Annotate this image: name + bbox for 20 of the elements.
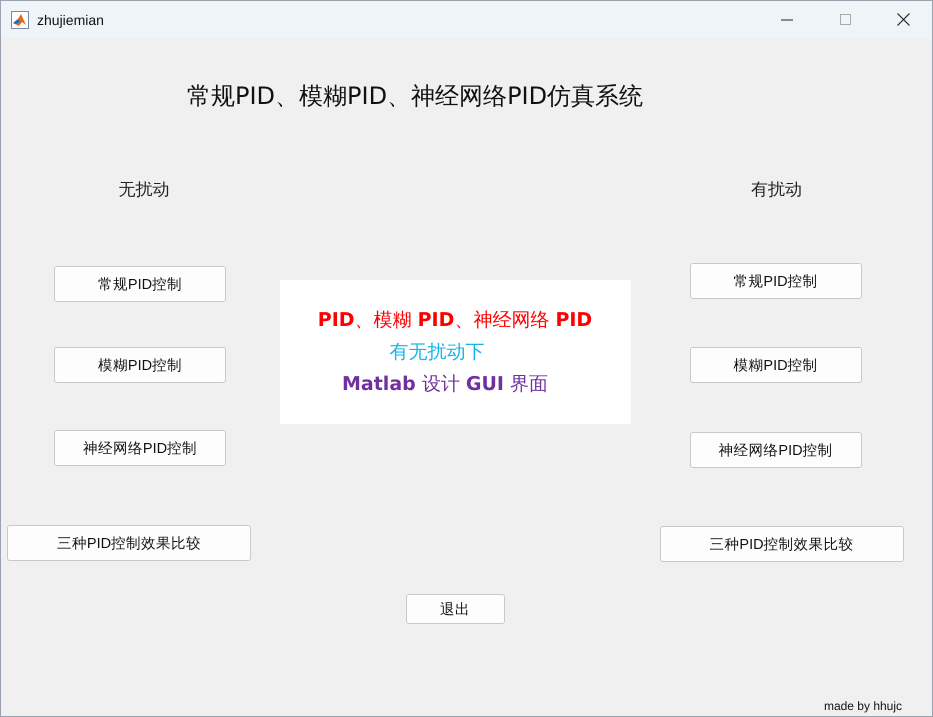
- banner-text: 有无扰动下: [390, 340, 484, 365]
- section-label: 无扰动: [118, 179, 170, 202]
- banner-text: Matlab 设计 GUI 界面: [342, 372, 548, 397]
- exit-button[interactable]: 退出: [406, 594, 504, 624]
- control-button[interactable]: 模糊PID控制: [690, 347, 862, 383]
- window-title: zhujiemian: [37, 12, 105, 28]
- minimize-icon[interactable]: [781, 18, 793, 20]
- section-label: 有扰动: [751, 179, 802, 202]
- control-button[interactable]: 三种PID控制效果比较: [660, 526, 904, 562]
- control-button[interactable]: 三种PID控制效果比较: [7, 525, 251, 561]
- control-button[interactable]: 模糊PID控制: [54, 347, 226, 383]
- control-button[interactable]: 神经网络PID控制: [54, 430, 226, 466]
- author-credit: made by hhujc: [824, 699, 902, 713]
- close-icon[interactable]: [896, 13, 910, 26]
- banner-text: PID、模糊 PID、神经网络 PID: [318, 308, 592, 333]
- control-button[interactable]: 神经网络PID控制: [690, 432, 862, 468]
- page-heading: 常规PID、模糊PID、神经网络PID仿真系统: [187, 81, 644, 112]
- control-button[interactable]: 常规PID控制: [690, 263, 862, 299]
- control-button[interactable]: 常规PID控制: [54, 266, 226, 302]
- app-logo-icon: [11, 10, 29, 28]
